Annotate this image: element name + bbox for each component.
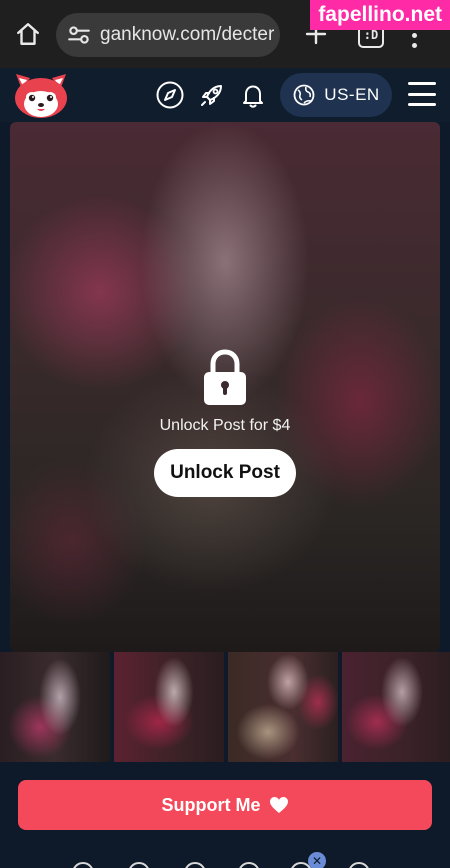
language-selector[interactable]: US-EN <box>280 73 392 117</box>
home-icon <box>17 23 39 45</box>
dock-icon[interactable] <box>72 862 94 868</box>
support-bar: Support Me <box>0 762 450 848</box>
address-bar[interactable]: ganknow.com/decter <box>56 13 280 57</box>
dock-icon[interactable] <box>128 862 150 868</box>
url-text[interactable]: ganknow.com/decter <box>100 24 274 46</box>
heart-icon <box>269 797 288 813</box>
support-label: Support Me <box>161 794 261 815</box>
menu-icon[interactable] <box>408 82 436 106</box>
thumbnail-strip <box>0 652 450 762</box>
bottom-dock <box>0 848 450 868</box>
dock-icon[interactable] <box>238 862 260 868</box>
lock-icon <box>204 349 246 405</box>
watermark: fapellino.net <box>310 0 450 30</box>
unlock-price-text: Unlock Post for $4 <box>159 417 291 434</box>
thumbnail[interactable] <box>0 652 110 762</box>
thumbnail[interactable] <box>342 652 450 762</box>
globe-icon <box>293 84 315 106</box>
tab-count: :D <box>363 28 379 42</box>
thumbnail[interactable] <box>228 652 338 762</box>
close-icon[interactable]: ✕ <box>308 852 326 868</box>
rocket-icon[interactable] <box>197 80 227 110</box>
home-button[interactable] <box>10 16 46 52</box>
language-label: US-EN <box>324 85 380 104</box>
site-header: US-EN <box>0 68 450 122</box>
page: ganknow.com/decter :D fapellino.net US-E… <box>0 0 450 868</box>
bell-icon[interactable] <box>238 80 268 110</box>
red-panda-logo[interactable] <box>12 70 70 120</box>
site-settings-icon[interactable] <box>66 22 92 48</box>
thumbnail[interactable] <box>114 652 224 762</box>
unlock-post-button[interactable]: Unlock Post <box>154 449 296 497</box>
dock-icon[interactable] <box>184 862 206 868</box>
unlock-overlay: Unlock Post for $4 Unlock Post <box>10 347 440 497</box>
compass-icon[interactable] <box>155 80 185 110</box>
locked-post-image: Unlock Post for $4 Unlock Post <box>10 122 440 652</box>
dock-icon[interactable] <box>348 862 370 868</box>
support-me-button[interactable]: Support Me <box>18 780 432 830</box>
